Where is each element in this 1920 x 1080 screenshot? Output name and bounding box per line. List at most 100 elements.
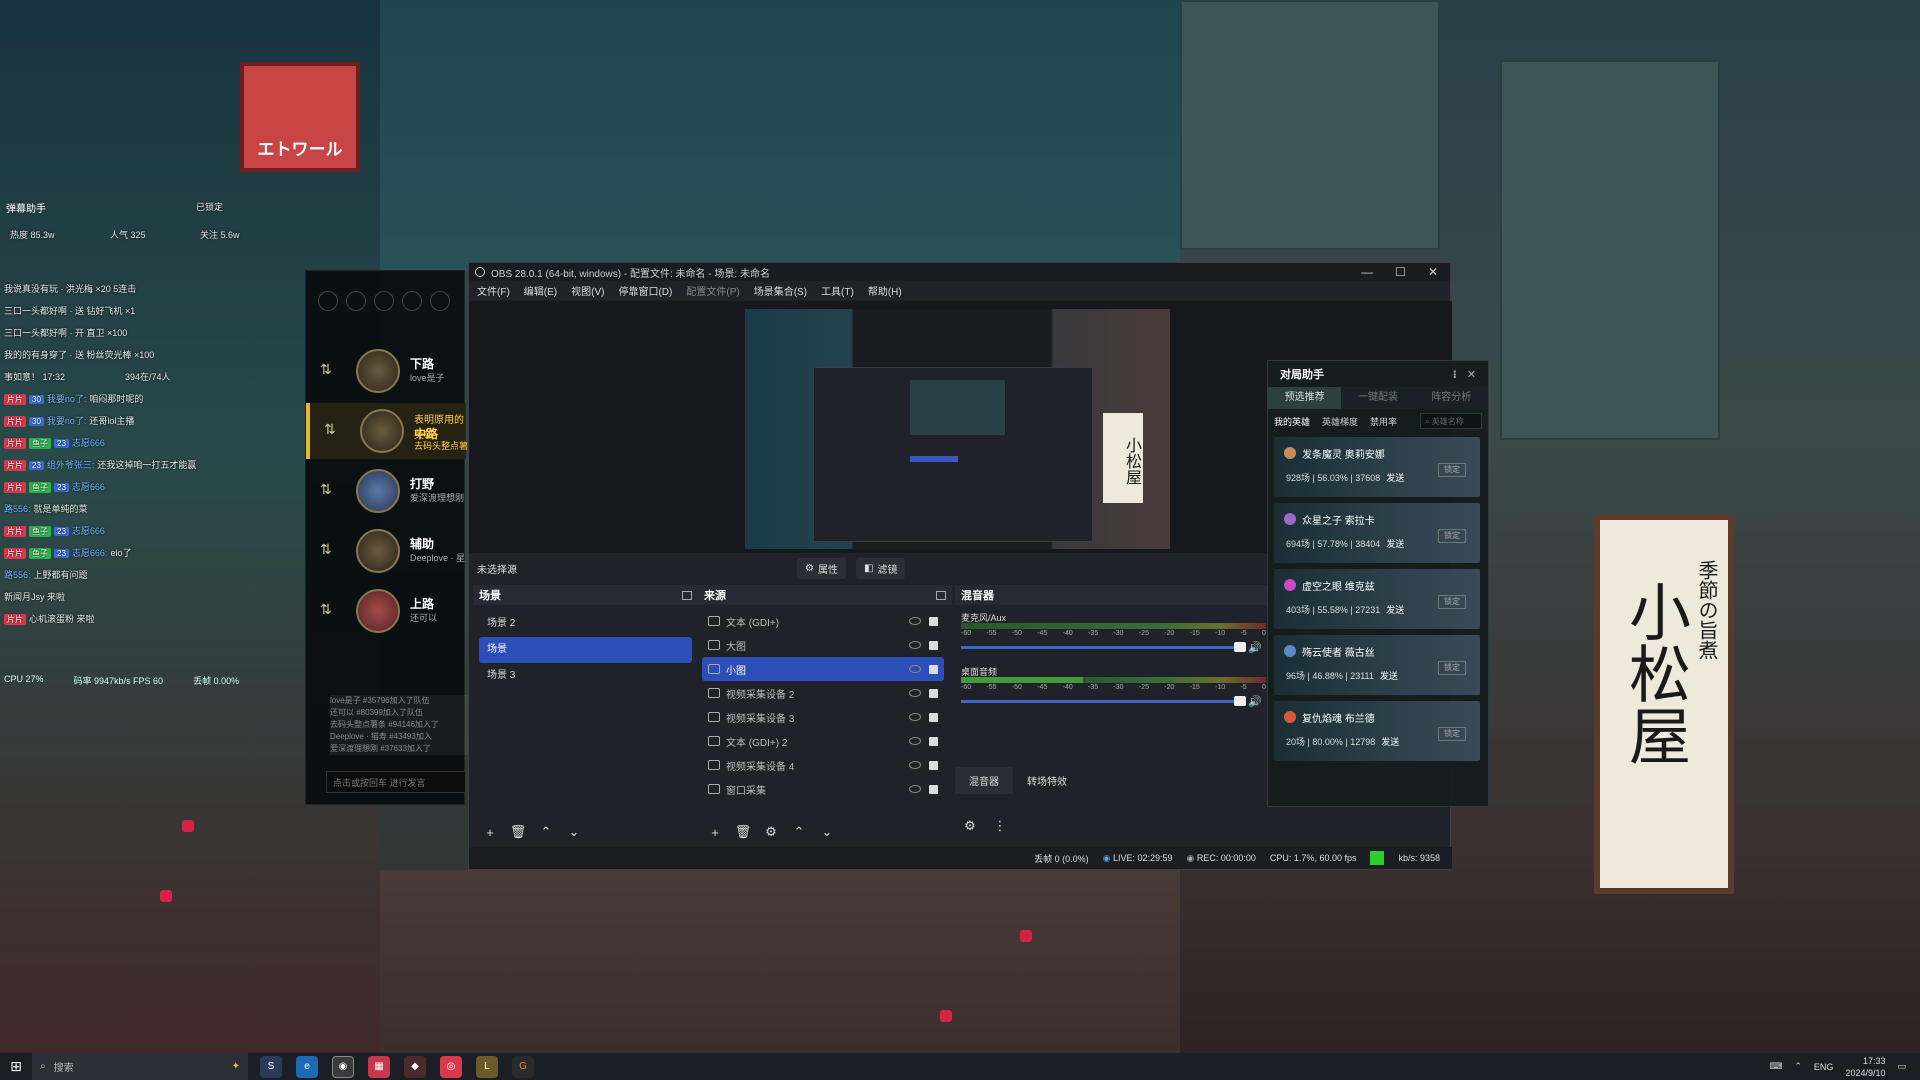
hero-search-input[interactable]: ⌕ 英雄名称	[1420, 413, 1482, 429]
lock-icon[interactable]	[929, 760, 938, 770]
swap-icon[interactable]: ⇅	[320, 481, 336, 499]
helper-subtab[interactable]: 英雄梯度	[1322, 415, 1358, 428]
start-button[interactable]: ⊞	[0, 1053, 32, 1080]
visibility-icon[interactable]	[909, 760, 921, 769]
lock-button[interactable]: 锁定	[1438, 727, 1466, 741]
slider-thumb[interactable]	[1234, 696, 1246, 706]
app-pink-icon[interactable]: ◎	[440, 1055, 462, 1078]
lock-icon[interactable]	[929, 640, 938, 650]
menu-item[interactable]: 配置文件(P)	[686, 283, 739, 298]
role-row[interactable]: ⇅ 上路 还可以	[306, 583, 466, 639]
source-item[interactable]: 文本 (GDI+) 2	[702, 729, 944, 753]
swap-icon[interactable]: ⇅	[324, 421, 340, 439]
properties-button[interactable]: ⚙ 属性	[797, 557, 846, 579]
source-item[interactable]: 文本 (GDI+)	[702, 609, 944, 633]
visibility-icon[interactable]	[909, 688, 921, 697]
menu-item[interactable]: 编辑(E)	[524, 283, 557, 298]
close-icon[interactable]: ✕	[1428, 265, 1438, 279]
visibility-icon[interactable]	[909, 640, 921, 649]
helper-tab[interactable]: 预选推荐	[1268, 387, 1342, 409]
visibility-icon[interactable]	[909, 616, 921, 625]
language-indicator[interactable]: ENG	[1814, 1062, 1834, 1072]
helper-tab[interactable]: 阵容分析	[1415, 387, 1488, 409]
tray-expand-icon[interactable]: ⌃	[1794, 1061, 1802, 1072]
pin-icon[interactable]: ⁝	[1453, 368, 1457, 381]
volume-slider[interactable]: 🔊	[961, 695, 1266, 709]
champion-card[interactable]: 复仇焰魂 布兰德 20场 | 80.00% | 12798 发送 锁定	[1274, 701, 1480, 761]
lock-icon[interactable]	[929, 688, 938, 698]
source-item[interactable]: 视频采集设备 4	[702, 753, 944, 777]
role-row[interactable]: ⇅ 下路 love是子	[306, 343, 466, 399]
obs-preview-canvas[interactable]: 小松屋	[745, 309, 1170, 549]
visibility-icon[interactable]	[909, 664, 921, 673]
visibility-icon[interactable]	[909, 712, 921, 721]
clock[interactable]: 17:33 2024/9/10	[1845, 1055, 1885, 1079]
mixer-menu-button[interactable]: ⋮	[991, 817, 1009, 835]
lock-button[interactable]: 锁定	[1438, 529, 1466, 543]
visibility-icon[interactable]	[909, 736, 921, 745]
minimize-icon[interactable]: —	[1361, 265, 1373, 279]
slider-thumb[interactable]	[1234, 642, 1246, 652]
close-icon[interactable]: ✕	[1467, 368, 1476, 381]
add-source-button[interactable]: +	[706, 823, 724, 841]
source-item[interactable]: 窗口采集	[702, 777, 944, 801]
swap-icon[interactable]: ⇅	[320, 541, 336, 559]
role-filter-icon[interactable]	[430, 291, 450, 311]
speaker-icon[interactable]: 🔊	[1248, 695, 1262, 708]
notification-icon[interactable]: ▭	[1897, 1061, 1906, 1072]
lock-icon[interactable]	[929, 664, 938, 674]
send-button[interactable]: 发送	[1381, 737, 1399, 747]
scene-item[interactable]: 场景	[479, 637, 692, 663]
move-down-button[interactable]: ⌄	[818, 823, 836, 841]
role-row[interactable]: ⇅ 辅助 Deeplove · 星	[306, 523, 466, 579]
maximize-icon[interactable]: ☐	[1395, 265, 1406, 279]
send-button[interactable]: 发送	[1386, 605, 1404, 615]
menu-item[interactable]: 帮助(H)	[868, 283, 902, 298]
lock-button[interactable]: 锁定	[1438, 595, 1466, 609]
filters-button[interactable]: ◧ 滤镜	[855, 557, 906, 579]
champion-card[interactable]: 虚空之眼 维克兹 403场 | 55.58% | 27231 发送 锁定	[1274, 569, 1480, 629]
send-button[interactable]: 发送	[1386, 473, 1404, 483]
lock-button[interactable]: 锁定	[1438, 661, 1466, 675]
source-item[interactable]: 小图	[702, 657, 944, 681]
app-g-icon[interactable]: G	[512, 1055, 534, 1078]
role-row[interactable]: ⇅ 打野 爱深渡理想刚	[306, 463, 466, 519]
advanced-audio-button[interactable]: ⚙	[961, 817, 979, 835]
obs-app-icon[interactable]: ◉	[332, 1055, 354, 1078]
lock-icon[interactable]	[929, 616, 938, 626]
menu-item[interactable]: 文件(F)	[477, 283, 510, 298]
champion-card[interactable]: 殇云使者 薇古丝 96场 | 46.88% | 23111 发送 锁定	[1274, 635, 1480, 695]
champion-card[interactable]: 发条魔灵 奥莉安娜 928场 | 56.03% | 37608 发送 锁定	[1274, 437, 1480, 497]
undock-icon[interactable]	[682, 590, 692, 600]
scene-item[interactable]: 场景 2	[479, 611, 692, 637]
send-button[interactable]: 发送	[1380, 671, 1398, 681]
remove-scene-button[interactable]: 🗑	[509, 823, 527, 841]
scene-item[interactable]: 场景 3	[479, 663, 692, 689]
undock-icon[interactable]	[936, 590, 946, 600]
source-item[interactable]: 视频采集设备 2	[702, 681, 944, 705]
move-up-button[interactable]: ⌃	[537, 823, 555, 841]
menu-item[interactable]: 停靠窗口(D)	[618, 283, 672, 298]
champion-card[interactable]: 众星之子 索拉卡 694场 | 57.78% | 38404 发送 锁定	[1274, 503, 1480, 563]
menu-item[interactable]: 视图(V)	[571, 283, 604, 298]
role-filter-icon[interactable]	[374, 291, 394, 311]
source-item[interactable]: 视频采集设备 3	[702, 705, 944, 729]
send-button[interactable]: 发送	[1386, 539, 1404, 549]
lock-icon[interactable]	[929, 784, 938, 794]
menu-item[interactable]: 工具(T)	[821, 283, 854, 298]
speaker-icon[interactable]: 🔊	[1248, 641, 1262, 654]
tab-mixer[interactable]: 混音器	[955, 767, 1013, 794]
source-item[interactable]: 大图	[702, 633, 944, 657]
taskbar-search[interactable]: ⌕ 搜索 ✦	[32, 1053, 248, 1080]
volume-slider[interactable]: 🔊	[961, 641, 1266, 655]
move-down-button[interactable]: ⌄	[565, 823, 583, 841]
visibility-icon[interactable]	[909, 784, 921, 793]
lock-icon[interactable]	[929, 736, 938, 746]
helper-tab[interactable]: 一键配装	[1341, 387, 1414, 409]
menu-item[interactable]: 场景集合(S)	[754, 283, 807, 298]
app-game-icon[interactable]: ◆	[404, 1055, 426, 1078]
tab-transitions[interactable]: 转场特效	[1013, 767, 1081, 794]
role-row[interactable]: ⇅ 表明原用的英雄 中路 去码头整点薯条	[306, 403, 477, 459]
steam-icon[interactable]: S	[260, 1055, 282, 1078]
role-filter-icon[interactable]	[402, 291, 422, 311]
